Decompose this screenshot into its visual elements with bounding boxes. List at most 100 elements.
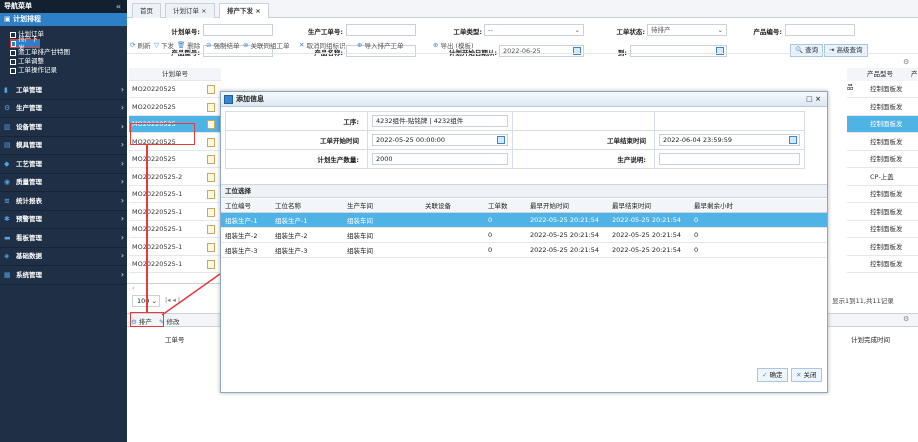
add-info-dialog: 添加信息 □ × 工序: 4232组件-贴铭牌 | 4232组件 工单开始时间 202… [220, 91, 828, 393]
process-label: 工序: [225, 111, 368, 131]
sidebar-menu-item[interactable]: ▥ 设备管理 › [0, 118, 127, 137]
plan-end-input[interactable] [630, 45, 727, 57]
sidebar-submenu: 计划订单 排产下发 派工单排产甘特图 工单调整 工单操作记录 [0, 26, 127, 77]
table-row[interactable]: 组装生产-1 组装生产-1 组装车间 0 2022-05-25 20:21:54 2022… [221, 212, 827, 228]
table-cell: 组装生产-3 [271, 242, 343, 258]
document-icon[interactable] [207, 120, 215, 129]
sidebar-subitem[interactable]: 工单调整 [10, 57, 127, 66]
table-cell: 0 [484, 227, 526, 243]
sidebar-item-plan[interactable]: ▣ 计划排程 [0, 13, 127, 26]
product-no-input[interactable] [785, 24, 855, 36]
document-icon[interactable] [207, 225, 215, 234]
divider [127, 53, 918, 54]
table-cell: 0 [690, 227, 770, 243]
toolbar-icon: ▽ [154, 41, 159, 49]
qty-input[interactable]: 2000 [372, 153, 508, 165]
toolbar-button[interactable]: ✕ 取消同组标识 [299, 40, 345, 50]
chevron-right-icon: › [120, 214, 124, 223]
tab-home[interactable]: 首页 [132, 3, 161, 18]
toolbar-button[interactable]: ⊕ 导入排产工单 [357, 40, 403, 50]
menu-icon: ≋ [4, 196, 10, 205]
plan-no-input[interactable] [203, 24, 273, 36]
sidebar-title: 导航菜单 « [0, 0, 127, 13]
sidebar-menu-item[interactable]: ▮ 工单管理 › [0, 81, 127, 100]
collapse-icon[interactable]: « [116, 0, 121, 13]
sidebar-menu-item[interactable]: ◆ 工艺管理 › [0, 155, 127, 174]
toolbar-button[interactable]: ▽ 下发 [154, 40, 174, 50]
form-table: 工序: 4232组件-贴铭牌 | 4232组件 工单开始时间 2022-05-25 … [225, 111, 805, 169]
table-row[interactable]: 组装生产-3 组装生产-3 组装车间 0 2022-05-25 20:21:54 2022… [221, 242, 827, 258]
end-time-input[interactable]: 2022-06-04 23:59:59 [659, 134, 800, 146]
plan-start-input[interactable]: 2022-06-25 [499, 45, 584, 57]
document-icon[interactable] [207, 242, 215, 252]
document-icon[interactable] [207, 190, 215, 199]
doc-icon [10, 67, 16, 74]
sidebar-menu-item[interactable]: ◈ 基础数据 › [0, 248, 127, 266]
window-icon [224, 95, 233, 104]
toolbar-button[interactable]: ⊚ 关联同组工单 [243, 40, 289, 50]
sidebar-menu-item[interactable]: ≋ 统计报表 › [0, 192, 127, 211]
sidebar-menu-item[interactable]: ◉ 质量管理 › [0, 174, 127, 192]
table-row[interactable]: 组装生产-2 组装生产-2 组装车间 0 2022-05-25 20:21:54 2022… [221, 227, 827, 243]
menu-icon: ✱ [4, 215, 10, 223]
advanced-search-button[interactable]: ⇥ 高级查询 [824, 44, 868, 57]
workstation-table: 工位编号 工位名称 生产车间 关联设备 工单数 最早开始时间 最早结束时间 最早剩余小时 组装生… [221, 199, 827, 258]
sidebar-menu-item[interactable]: ▤ 模具管理 › [0, 137, 127, 155]
toolbar-icon: ⊘ [206, 41, 212, 49]
calendar-icon[interactable] [497, 136, 505, 144]
calendar-icon[interactable] [789, 136, 797, 144]
toolbar-icon: 🗑 [177, 41, 186, 49]
column-header: 工位编号 [221, 199, 271, 213]
chevron-right-icon: › [120, 177, 124, 186]
order-no-input[interactable] [346, 24, 416, 36]
table-cell: 2022-05-25 20:21:54 [608, 227, 690, 243]
toolbar-button[interactable]: ⊘ 强制结单 [206, 40, 239, 50]
sidebar-menu-item[interactable]: ▦ 系统管理 › [0, 266, 127, 285]
chevron-down-icon: ⌄ [574, 26, 580, 34]
note-input[interactable] [659, 153, 800, 165]
toolbar-button[interactable]: 🗑 删除 [177, 40, 200, 50]
tab-plan-order[interactable]: 计划订单 × [165, 3, 215, 18]
document-icon[interactable] [207, 102, 215, 112]
column-header: 生产车间 [343, 199, 421, 213]
table-cell: 2022-05-25 20:21:54 [526, 242, 608, 258]
toolbar-icon: ✕ [299, 41, 305, 49]
sidebar-menu-item[interactable]: ⚙ 生产管理 › [0, 100, 127, 118]
sidebar-subitem[interactable]: 排产下发 [10, 35, 40, 52]
toolbar-icon: ⊚ [243, 41, 249, 49]
table-cell-product-model: 控制面板发 [847, 239, 918, 256]
sidebar-subitem[interactable]: 派工单排产甘特图 [10, 48, 127, 57]
tab-dispatch[interactable]: 排产下发 × [219, 3, 269, 18]
order-status-select[interactable]: 待排产 ⌄ [647, 24, 727, 36]
table-cell-product-model: 控制面板发 [847, 186, 918, 203]
sidebar-menu-item[interactable]: ✱ 预警管理 › [0, 211, 127, 229]
table-cell: 组装生产-2 [221, 227, 271, 243]
confirm-button[interactable]: ✓ 确定 [757, 368, 788, 382]
column-header: 工单数 [484, 199, 526, 213]
dialog-controls[interactable]: □ × [806, 92, 821, 107]
toolbar-button[interactable]: ⟳ 刷新 [130, 40, 150, 50]
sidebar-menu-item[interactable]: ▬ 看板管理 › [0, 229, 127, 248]
document-icon[interactable] [207, 207, 215, 217]
close-button[interactable]: ✕ 关闭 [791, 368, 822, 382]
table-cell: 0 [484, 212, 526, 228]
table-cell-product-model: CP-上盖 [847, 169, 918, 186]
document-icon[interactable] [207, 85, 215, 94]
plan-no-label: 计划单号: [171, 28, 200, 36]
order-type-select[interactable]: -- ⌄ [484, 24, 584, 36]
settings-icon[interactable]: ⚙ [903, 58, 909, 66]
sidebar-subitem[interactable]: 工单操作记录 [10, 66, 127, 75]
chevron-right-icon: › [120, 140, 124, 149]
document-icon[interactable] [207, 260, 215, 269]
note-label: 生产说明: [512, 149, 655, 169]
table-cell: 2022-05-25 20:21:54 [526, 212, 608, 228]
document-icon[interactable] [207, 155, 215, 164]
settings-icon[interactable]: ⚙ [903, 315, 909, 323]
document-icon[interactable] [207, 172, 215, 182]
start-time-input[interactable]: 2022-05-25 00:00:00 [372, 134, 508, 146]
document-icon[interactable] [207, 137, 215, 147]
table-cell: 组装车间 [343, 242, 421, 258]
search-button[interactable]: 🔍 查询 [790, 44, 824, 57]
toolbar-button[interactable]: ⊕ 导出 (模板) [433, 40, 474, 50]
process-field[interactable]: 4232组件-贴铭牌 | 4232组件 [372, 115, 508, 127]
